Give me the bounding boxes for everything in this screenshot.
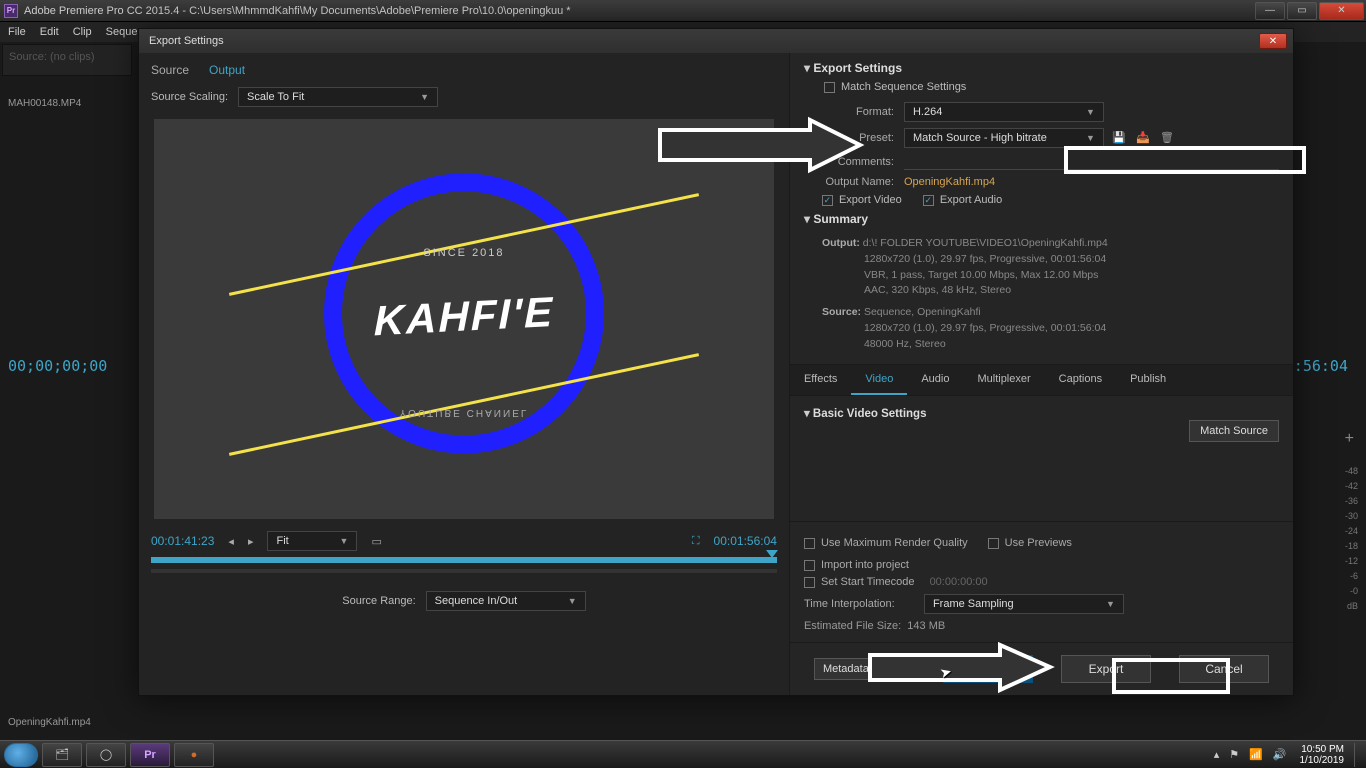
taskbar-premiere-icon[interactable]: Pr bbox=[130, 743, 170, 767]
aspect-icon[interactable]: ▭ bbox=[371, 535, 381, 548]
window-title: Adobe Premiere Pro CC 2015.4 - C:\Users\… bbox=[24, 5, 571, 17]
logo-sub-text: YOUTUBE CHANNEL bbox=[400, 407, 529, 418]
taskbar-chrome-icon[interactable]: ◯ bbox=[86, 743, 126, 767]
output-name-link[interactable]: OpeningKahfi.mp4 bbox=[904, 176, 995, 188]
tray-network-icon[interactable]: 📶 bbox=[1249, 748, 1263, 761]
taskbar: 🗂 ◯ Pr ● ▴ ⚑ 📶 🔊 10:50 PM 1/10/2019 bbox=[0, 740, 1366, 768]
summary-output-label: Output: bbox=[822, 237, 860, 249]
export-button[interactable]: Export bbox=[1061, 655, 1151, 683]
comments-label: Comments: bbox=[804, 156, 894, 168]
preset-select[interactable]: Match Source - High bitrate▼ bbox=[904, 128, 1104, 148]
tray-flag-icon[interactable]: ⚑ bbox=[1229, 748, 1239, 761]
bg-timecode-right: 1:56:04 bbox=[1285, 357, 1348, 375]
save-preset-icon[interactable]: 💾 bbox=[1110, 130, 1128, 146]
show-desktop-button[interactable] bbox=[1354, 743, 1362, 767]
cancel-button[interactable]: Cancel bbox=[1179, 655, 1269, 683]
est-size-label: Estimated File Size: bbox=[804, 620, 901, 632]
import-project-checkbox[interactable] bbox=[804, 560, 815, 571]
source-scaling-label: Source Scaling: bbox=[151, 91, 228, 103]
logo-since-text: SINCE 2018 bbox=[423, 247, 504, 259]
start-tc-value: 00:00:00:00 bbox=[930, 576, 988, 588]
time-interp-select[interactable]: Frame Sampling▼ bbox=[924, 594, 1124, 614]
dialog-close-button[interactable]: ✕ bbox=[1259, 33, 1287, 49]
export-settings-dialog: Export Settings ✕ Source Output Source S… bbox=[138, 28, 1294, 696]
tab-effects[interactable]: Effects bbox=[790, 365, 851, 395]
menu-file[interactable]: File bbox=[8, 26, 26, 38]
export-audio-label: Export Audio bbox=[940, 194, 1002, 206]
use-previews-checkbox[interactable] bbox=[988, 538, 999, 549]
source-scaling-select[interactable]: Scale To Fit▼ bbox=[238, 87, 438, 107]
out-timecode[interactable]: 00:01:56:04 bbox=[714, 534, 777, 548]
logo-main-text: KAHFI'E bbox=[374, 288, 554, 345]
bg-timecode-left: 00;00;00;00 bbox=[8, 357, 107, 375]
time-interp-label: Time Interpolation: bbox=[804, 598, 914, 610]
taskbar-explorer-icon[interactable]: 🗂 bbox=[42, 743, 82, 767]
summary-heading[interactable]: Summary bbox=[804, 212, 1279, 226]
tab-publish[interactable]: Publish bbox=[1116, 365, 1180, 395]
step-back-icon[interactable]: ◂ bbox=[228, 535, 234, 548]
tray-volume-icon[interactable]: 🔊 bbox=[1273, 748, 1287, 761]
export-video-checkbox[interactable]: ✓ bbox=[822, 195, 833, 206]
source-range-label: Source Range: bbox=[342, 595, 415, 607]
match-sequence-label: Match Sequence Settings bbox=[841, 81, 966, 93]
crop-icon[interactable]: ⛶ bbox=[692, 535, 700, 548]
menu-clip[interactable]: Clip bbox=[73, 26, 92, 38]
set-start-tc-checkbox[interactable] bbox=[804, 577, 815, 588]
minimize-button[interactable]: — bbox=[1255, 2, 1285, 20]
basic-video-settings-heading[interactable]: Basic Video Settings bbox=[804, 406, 1279, 420]
match-source-button[interactable]: Match Source bbox=[1189, 420, 1279, 442]
output-name-label: Output Name: bbox=[804, 176, 894, 188]
max-render-quality-checkbox[interactable] bbox=[804, 538, 815, 549]
taskbar-clock[interactable]: 10:50 PM 1/10/2019 bbox=[1294, 744, 1351, 766]
est-size-value: 143 MB bbox=[907, 620, 945, 632]
in-timecode[interactable]: 00:01:41:23 bbox=[151, 534, 214, 548]
tray-up-icon[interactable]: ▴ bbox=[1214, 748, 1220, 761]
comments-input[interactable] bbox=[904, 154, 1279, 170]
summary-source-label: Source: bbox=[822, 306, 861, 318]
tab-audio[interactable]: Audio bbox=[907, 365, 963, 395]
match-sequence-checkbox[interactable] bbox=[824, 82, 835, 93]
scrub-bar[interactable] bbox=[151, 557, 777, 563]
zoom-fit-select[interactable]: Fit▼ bbox=[267, 531, 357, 551]
close-button[interactable]: ✕ bbox=[1319, 2, 1364, 20]
start-button[interactable] bbox=[4, 743, 38, 767]
tab-video[interactable]: Video bbox=[851, 365, 907, 395]
tab-source[interactable]: Source bbox=[151, 63, 189, 77]
menu-edit[interactable]: Edit bbox=[40, 26, 59, 38]
import-preset-icon[interactable]: 📥 bbox=[1134, 130, 1152, 146]
format-label: Format: bbox=[804, 106, 894, 118]
audio-meter: -48 -42 -36 -30 -24 -18 -12 -6 -0 dB bbox=[1324, 457, 1364, 738]
queue-button[interactable]: Queue bbox=[943, 655, 1033, 683]
taskbar-app-icon[interactable]: ● bbox=[174, 743, 214, 767]
scrub-track[interactable] bbox=[151, 569, 777, 573]
dialog-title: Export Settings bbox=[149, 35, 224, 47]
format-select[interactable]: H.264▼ bbox=[904, 102, 1104, 122]
source-panel-header: Source: (no clips) bbox=[2, 44, 132, 76]
preview-monitor[interactable]: SINCE 2018 KAHFI'E YOUTUBE CHANNEL bbox=[154, 119, 774, 519]
window-titlebar: Pr Adobe Premiere Pro CC 2015.4 - C:\Use… bbox=[0, 0, 1366, 22]
tab-output[interactable]: Output bbox=[209, 63, 245, 77]
add-marker-icon[interactable]: + bbox=[1345, 430, 1354, 448]
delete-preset-icon[interactable]: 🗑 bbox=[1158, 130, 1176, 146]
play-icon[interactable]: ▸ bbox=[248, 535, 254, 548]
tab-captions[interactable]: Captions bbox=[1045, 365, 1116, 395]
clip-item[interactable]: MAH00148.MP4 bbox=[0, 94, 130, 113]
encoder-tabs: Effects Video Audio Multiplexer Captions… bbox=[790, 364, 1293, 396]
preset-label: Preset: bbox=[804, 132, 894, 144]
clip-item[interactable]: OpeningKahfi.mp4 bbox=[0, 713, 99, 732]
tab-multiplexer[interactable]: Multiplexer bbox=[963, 365, 1044, 395]
dialog-titlebar: Export Settings ✕ bbox=[139, 29, 1293, 53]
preview-tabs: Source Output bbox=[151, 63, 777, 77]
premiere-icon: Pr bbox=[4, 4, 18, 18]
export-settings-heading[interactable]: Export Settings bbox=[804, 61, 1279, 75]
metadata-button[interactable]: Metadata... bbox=[814, 658, 887, 680]
maximize-button[interactable]: ▭ bbox=[1287, 2, 1317, 20]
export-audio-checkbox[interactable]: ✓ bbox=[923, 195, 934, 206]
source-range-select[interactable]: Sequence In/Out▼ bbox=[426, 591, 586, 611]
export-video-label: Export Video bbox=[839, 194, 902, 206]
